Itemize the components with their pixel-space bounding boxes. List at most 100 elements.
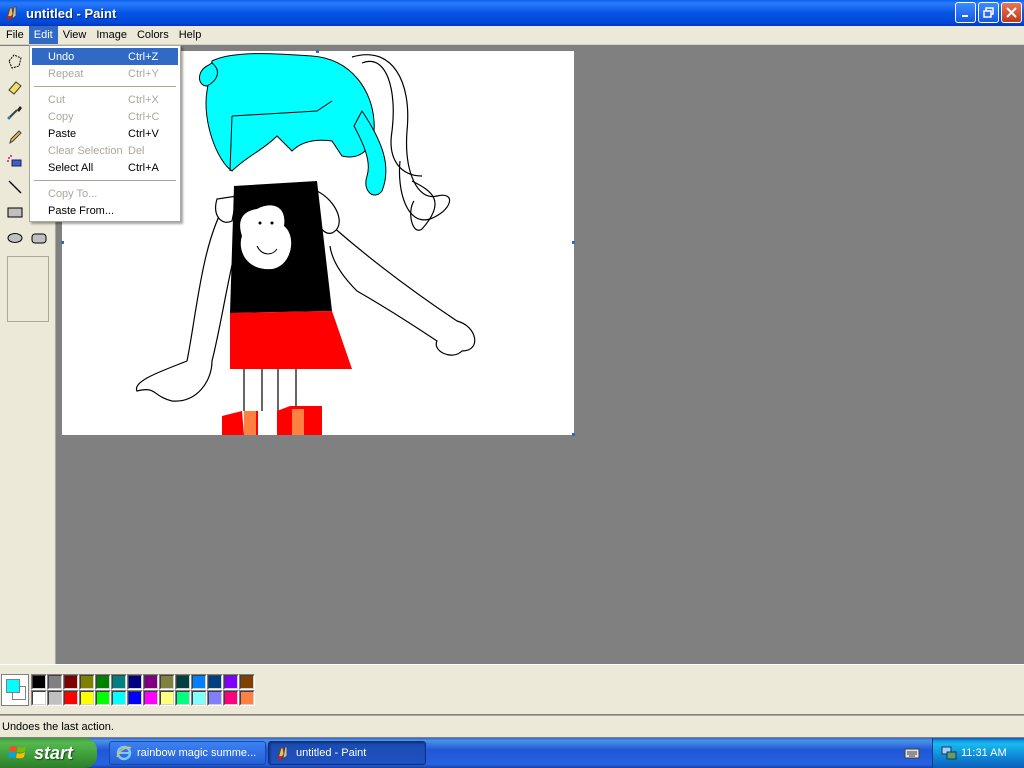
swatch-fill [112,675,126,689]
menu-colors[interactable]: Colors [132,26,174,44]
tool-free-form-select[interactable] [3,50,27,74]
palette-color-swatch[interactable] [127,674,143,690]
palette-color-swatch[interactable] [95,690,111,706]
palette-color-swatch[interactable] [47,690,63,706]
canvas-resize-handle[interactable] [572,241,575,244]
canvas-resize-handle[interactable] [61,241,64,244]
palette-color-swatch[interactable] [191,674,207,690]
menu-file[interactable]: File [1,26,29,44]
canvas-work-area [57,46,1024,664]
tool-rectangle[interactable] [3,200,27,224]
menu-item-label: Paste [48,127,77,140]
color-palette [31,674,255,706]
swatch-fill [80,691,94,705]
clock[interactable]: 11:31 AM [961,747,1007,759]
close-button[interactable] [1001,2,1022,23]
swatch-fill [208,691,222,705]
menu-item-copy: Copy Ctrl+C [32,108,178,125]
pencil-icon [9,130,22,145]
swatch-fill [160,675,174,689]
swatch-fill [208,675,222,689]
palette-color-swatch[interactable] [127,690,143,706]
palette-color-swatch[interactable] [63,690,79,706]
swatch-fill [144,691,158,705]
menu-separator [32,82,178,91]
tool-ellipse[interactable] [3,226,27,250]
menu-item-shortcut: Del [128,144,145,157]
swatch-fill [32,675,46,689]
menu-image[interactable]: Image [91,26,132,44]
menu-item-shortcut: Ctrl+Z [128,50,159,63]
palette-color-swatch[interactable] [175,674,191,690]
canvas-resize-handle[interactable] [316,50,319,53]
network-icon[interactable] [941,745,957,761]
palette-color-swatch[interactable] [111,690,127,706]
menu-item-cut: Cut Ctrl+X [32,91,178,108]
menu-edit[interactable]: Edit [28,26,58,44]
palette-color-swatch[interactable] [79,674,95,690]
menu-item-label: Clear Selection [48,144,123,157]
swatch-fill [128,691,142,705]
maximize-button[interactable] [978,2,999,23]
palette-color-swatch[interactable] [223,690,239,706]
palette-color-swatch[interactable] [47,674,63,690]
taskbar-button-ie[interactable]: rainbow magic summe... [109,741,266,765]
menu-item-paste-from[interactable]: Paste From... [32,202,178,219]
palette-color-swatch[interactable] [239,690,255,706]
start-button[interactable]: start [0,738,97,768]
window-title: untitled - Paint [26,5,117,21]
swatch-fill [192,691,206,705]
taskbar-button-paint[interactable]: untitled - Paint [268,741,426,765]
menu-item-paste[interactable]: Paste Ctrl+V [32,125,178,142]
palette-color-swatch[interactable] [143,690,159,706]
menu-item-repeat: Repeat Ctrl+Y [32,65,178,82]
tool-airbrush[interactable] [3,150,27,174]
palette-color-swatch[interactable] [207,674,223,690]
swatch-fill [32,691,46,705]
menu-item-select-all[interactable]: Select All Ctrl+A [32,159,178,176]
palette-color-swatch[interactable] [143,674,159,690]
swatch-fill [128,675,142,689]
palette-color-swatch[interactable] [31,690,47,706]
swatch-fill [224,691,238,705]
minimize-icon [962,15,968,17]
palette-color-swatch[interactable] [79,690,95,706]
menu-separator [32,176,178,185]
palette-color-swatch[interactable] [207,690,223,706]
color-picker-icon [7,106,22,120]
palette-color-swatch[interactable] [31,674,47,690]
menu-item-label: Select All [48,161,94,174]
tool-pencil[interactable] [3,125,27,149]
title-bar[interactable]: untitled - Paint [0,0,1024,26]
windows-flag-icon [8,745,26,759]
palette-color-swatch[interactable] [191,690,207,706]
palette-color-swatch[interactable] [159,690,175,706]
palette-color-swatch[interactable] [223,674,239,690]
tool-eraser[interactable] [3,75,27,99]
menu-item-shortcut: Ctrl+C [128,110,160,123]
palette-color-swatch[interactable] [159,674,175,690]
minimize-button[interactable] [955,2,976,23]
palette-color-swatch[interactable] [95,674,111,690]
menu-help[interactable]: Help [174,26,207,44]
palette-color-swatch[interactable] [63,674,79,690]
swatch-fill [160,691,174,705]
palette-color-swatch[interactable] [175,690,191,706]
menu-item-undo[interactable]: Undo Ctrl+Z [32,48,178,65]
menu-item-clear-selection: Clear Selection Del [32,142,178,159]
palette-color-swatch[interactable] [239,674,255,690]
swatch-fill [240,691,254,705]
swatch-fill [48,691,62,705]
rectangle-icon [7,207,23,218]
swatch-fill [80,675,94,689]
canvas-resize-handle[interactable] [572,433,575,436]
palette-color-swatch[interactable] [111,674,127,690]
keyboard-icon[interactable] [904,746,920,760]
status-bar: Undoes the last action. [0,715,1024,737]
tool-line[interactable] [3,175,27,199]
tool-options-box[interactable] [7,256,49,322]
swatch-fill [192,675,206,689]
menu-view[interactable]: View [58,26,92,44]
tool-color-picker[interactable] [3,100,27,124]
tool-rounded-rectangle[interactable] [27,226,51,250]
